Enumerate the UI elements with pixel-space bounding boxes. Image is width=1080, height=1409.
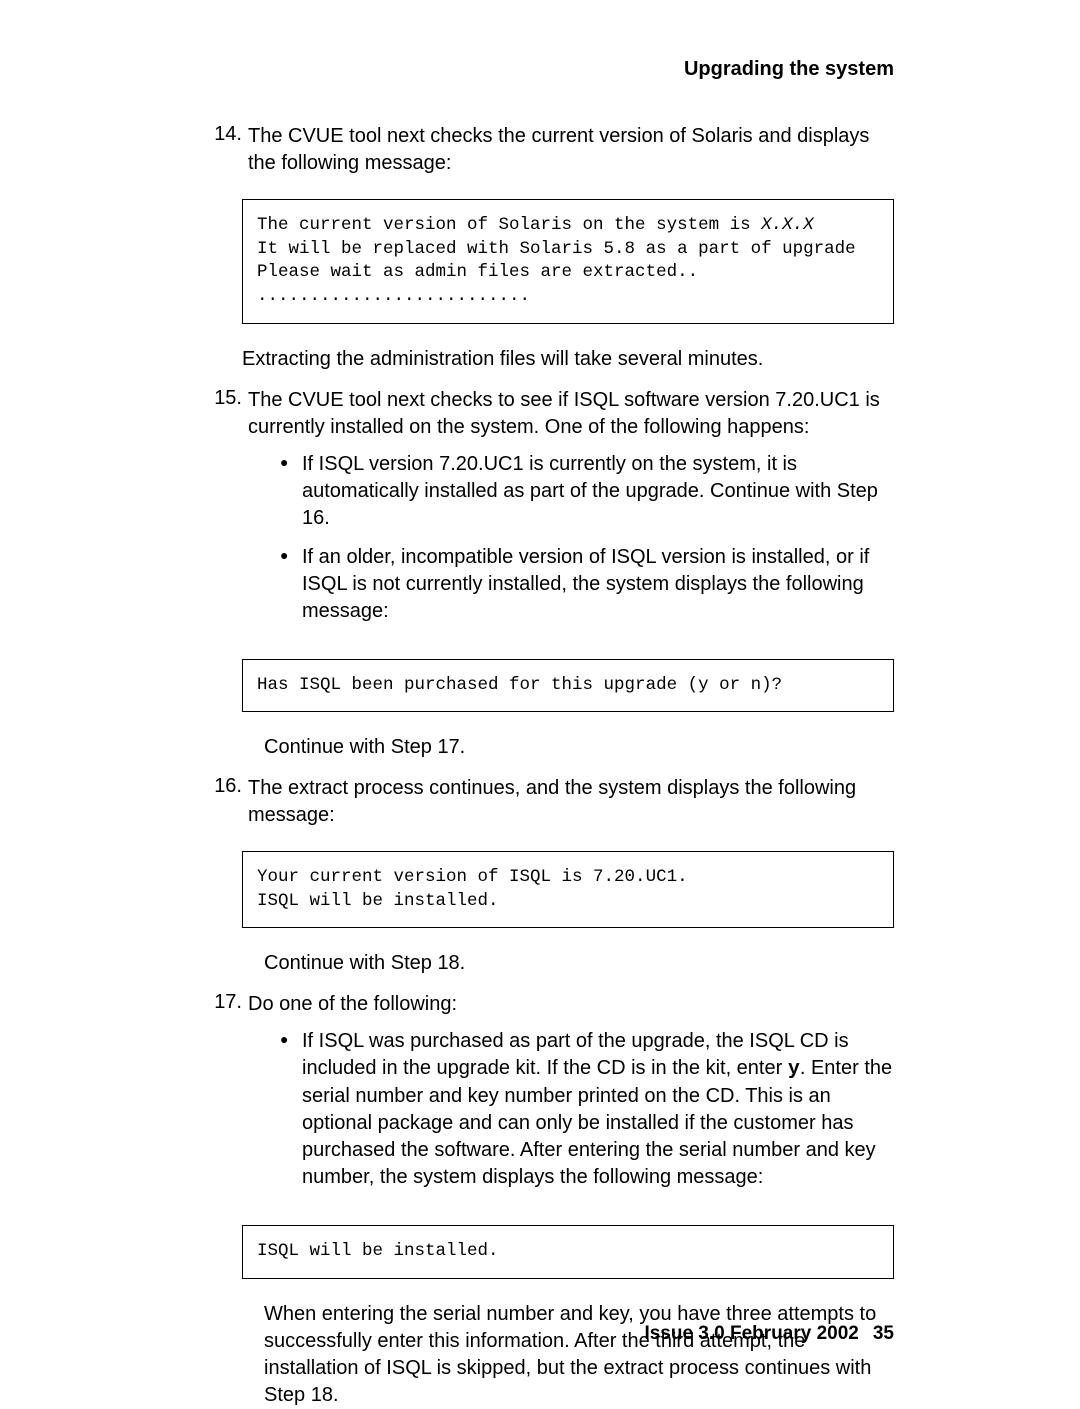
footer-page-number: 35 <box>873 1323 894 1344</box>
step-15-bullets: If ISQL version 7.20.UC1 is currently on… <box>280 451 894 625</box>
step-17-after-text: When entering the serial number and key,… <box>264 1301 894 1409</box>
code-variable: X.X.X <box>761 215 814 235</box>
code-line: It will be replaced with Solaris 5.8 as … <box>257 239 856 259</box>
step-15-bullet-1: If ISQL version 7.20.UC1 is currently on… <box>280 451 894 532</box>
step-17-number: 17. <box>210 991 242 1203</box>
code-line: Has ISQL been purchased for this upgrade… <box>257 675 782 695</box>
page-header-title: Upgrading the system <box>210 58 894 81</box>
step-14-text: The CVUE tool next checks the current ve… <box>248 123 894 177</box>
code-line: .......................... <box>257 286 530 306</box>
step-14-after-text: Extracting the administration files will… <box>242 346 894 373</box>
step-17-text: Do one of the following: <box>248 991 894 1018</box>
page-footer: Issue 3.0 February 2002 35 <box>644 1323 894 1345</box>
step-17-bullets: If ISQL was purchased as part of the upg… <box>280 1028 894 1191</box>
step-16-text: The extract process continues, and the s… <box>248 775 894 829</box>
code-line: Please wait as admin files are extracted… <box>257 262 698 282</box>
code-line: Your current version of ISQL is 7.20.UC1… <box>257 867 688 887</box>
step-14-code-box: The current version of Solaris on the sy… <box>242 199 894 324</box>
step-15-text: The CVUE tool next checks to see if ISQL… <box>248 387 894 441</box>
step-16: 16. The extract process continues, and t… <box>210 775 894 829</box>
step-17-code-box: ISQL will be installed. <box>242 1225 894 1279</box>
step-14: 14. The CVUE tool next checks the curren… <box>210 123 894 177</box>
step-15-code-box: Has ISQL been purchased for this upgrade… <box>242 659 894 713</box>
step-15-bullet-2: If an older, incompatible version of ISQ… <box>280 544 894 625</box>
inline-code-y: y <box>788 1058 800 1081</box>
bullet-text-part-a: If ISQL was purchased as part of the upg… <box>302 1030 849 1079</box>
code-line: ISQL will be installed. <box>257 1241 499 1261</box>
step-16-continue: Continue with Step 18. <box>264 950 894 977</box>
step-15-number: 15. <box>210 387 242 637</box>
code-line: The current version of Solaris on the sy… <box>257 215 761 235</box>
code-line: ISQL will be installed. <box>257 891 499 911</box>
step-16-code-box: Your current version of ISQL is 7.20.UC1… <box>242 851 894 928</box>
step-17-bullet-1: If ISQL was purchased as part of the upg… <box>280 1028 894 1191</box>
step-16-number: 16. <box>210 775 242 829</box>
step-15-continue: Continue with Step 17. <box>264 734 894 761</box>
step-15: 15. The CVUE tool next checks to see if … <box>210 387 894 637</box>
step-14-number: 14. <box>210 123 242 177</box>
step-17: 17. Do one of the following: If ISQL was… <box>210 991 894 1203</box>
footer-issue: Issue 3.0 February 2002 <box>644 1323 858 1344</box>
